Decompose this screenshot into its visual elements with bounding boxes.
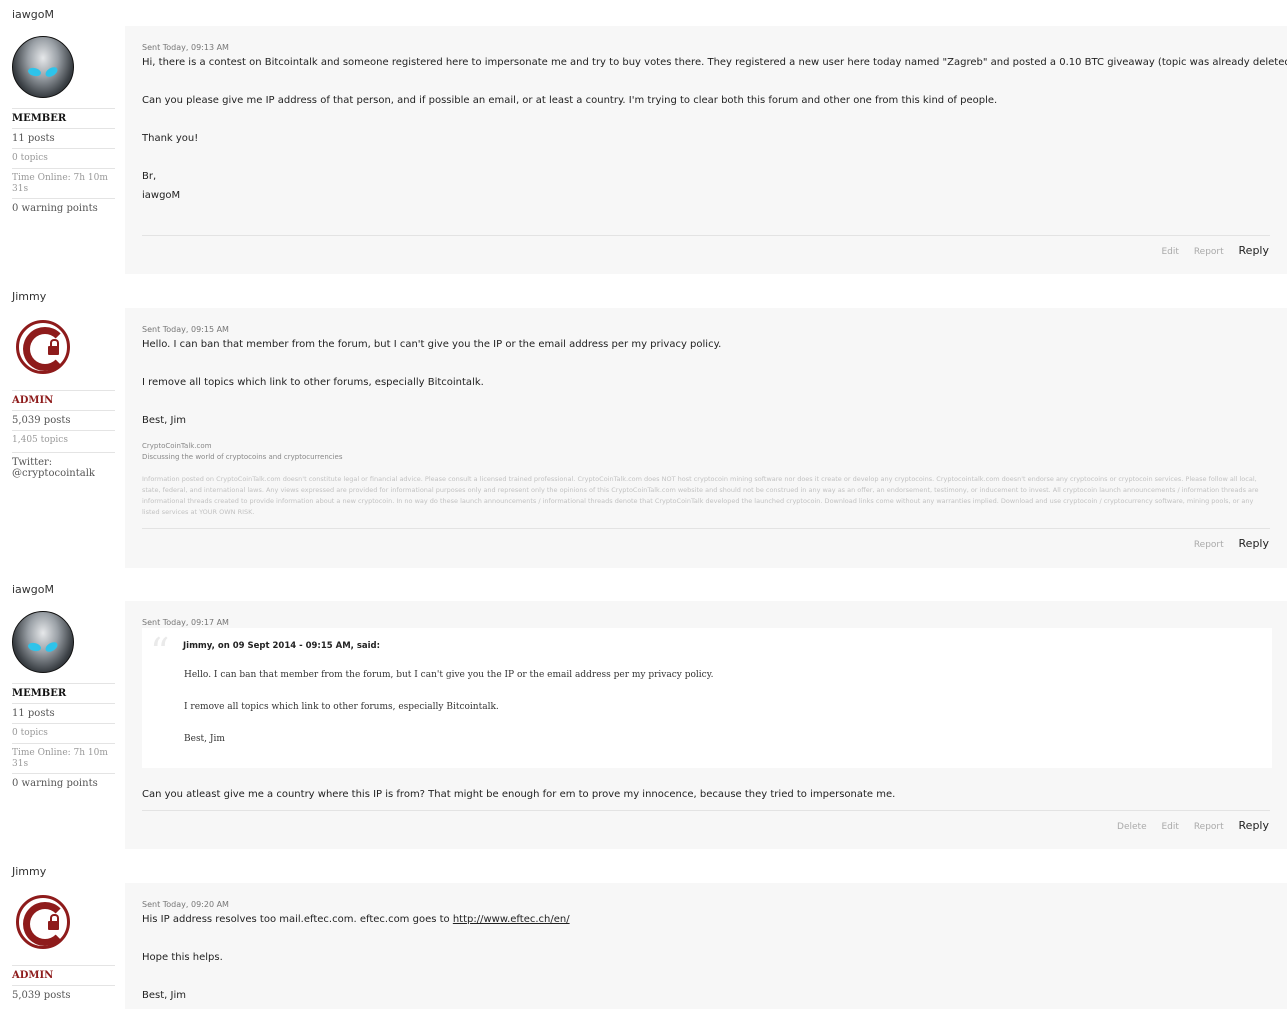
signature-site: CryptoCoinTalk.com <box>142 442 212 450</box>
message-line: Can you please give me IP address of tha… <box>142 95 998 106</box>
alien-eye-icon <box>43 65 60 79</box>
signature-tagline: Discussing the world of cryptocoins and … <box>142 453 343 461</box>
topic-count: 1,405 topics <box>12 430 115 445</box>
alien-eye-icon <box>43 640 60 654</box>
quote-header: Jimmy, on 09 Sept 2014 - 09:15 AM, said: <box>183 641 381 651</box>
message-line: His IP address resolves too mail.eftec.c… <box>142 914 570 925</box>
author-name[interactable]: Jimmy <box>12 865 46 878</box>
sent-timestamp: Sent Today, 09:20 AM <box>142 900 229 909</box>
message-line: Hi, there is a contest on Bitcointalk an… <box>142 57 1287 68</box>
sent-timestamp: Sent Today, 09:17 AM <box>142 618 229 627</box>
report-button[interactable]: Report <box>1194 822 1224 832</box>
avatar[interactable] <box>12 611 74 673</box>
message-line: I remove all topics which link to other … <box>142 377 484 388</box>
topic-count: 0 topics <box>12 723 115 738</box>
post-actions: Report Reply <box>1182 537 1269 550</box>
post-3: iawgoM MEMBER 11 posts 0 topics Time Onl… <box>0 575 1287 860</box>
post-count: 5,039 posts <box>12 410 115 426</box>
member-group: MEMBER <box>12 683 115 699</box>
quote-icon: “ <box>150 630 170 674</box>
post-body: Sent Today, 09:13 AM Hi, there is a cont… <box>125 26 1287 274</box>
edit-button[interactable]: Edit <box>1162 247 1179 257</box>
message-line: Thank you! <box>142 133 199 144</box>
member-group: ADMIN <box>12 390 115 406</box>
member-group: MEMBER <box>12 108 115 124</box>
delete-button[interactable]: Delete <box>1117 822 1147 832</box>
divider <box>142 235 1270 236</box>
sent-timestamp: Sent Today, 09:13 AM <box>142 43 229 52</box>
reply-button[interactable]: Reply <box>1239 819 1269 832</box>
post-count: 5,039 posts <box>12 985 115 1001</box>
post-1: iawgoM MEMBER 11 posts 0 topics Time Onl… <box>0 0 1287 285</box>
post-actions: Edit Report Reply <box>1150 244 1270 257</box>
post-2: Jimmy ADMIN 5,039 posts 1,405 topics Twi… <box>0 282 1287 572</box>
alien-eye-icon <box>26 65 43 79</box>
report-button[interactable]: Report <box>1194 540 1224 550</box>
quote-block: “ Jimmy, on 09 Sept 2014 - 09:15 AM, sai… <box>142 628 1272 768</box>
twitter-handle: Twitter: @cryptocointalk <box>12 452 115 479</box>
avatar[interactable] <box>12 36 74 98</box>
message-line: Hello. I can ban that member from the fo… <box>142 339 722 350</box>
quote-line: Best, Jim <box>184 734 225 744</box>
topic-count: 0 topics <box>12 148 115 163</box>
author-name[interactable]: Jimmy <box>12 290 46 303</box>
external-link[interactable]: http://www.eftec.ch/en/ <box>453 914 570 925</box>
post-body: Sent Today, 09:17 AM “ Jimmy, on 09 Sept… <box>125 601 1287 849</box>
warning-points: 0 warning points <box>12 198 115 214</box>
report-button[interactable]: Report <box>1194 247 1224 257</box>
post-count: 11 posts <box>12 703 115 719</box>
time-online: Time Online: 7h 10m 31s <box>12 743 115 770</box>
message-line: Best, Jim <box>142 990 186 1001</box>
divider <box>142 528 1270 529</box>
reply-button[interactable]: Reply <box>1239 244 1269 257</box>
author-name[interactable]: iawgoM <box>12 8 54 21</box>
message-line: Best, Jim <box>142 415 186 426</box>
edit-button[interactable]: Edit <box>1162 822 1179 832</box>
message-line: Br, <box>142 171 157 182</box>
avatar[interactable] <box>14 893 74 953</box>
quote-line: Hello. I can ban that member from the fo… <box>184 670 714 680</box>
divider <box>142 810 1270 811</box>
post-4: Jimmy ADMIN 5,039 posts Sent Today, 09:2… <box>0 857 1287 1009</box>
signature-disclaimer: Information posted on CryptoCoinTalk.com… <box>142 475 1259 516</box>
reply-button[interactable]: Reply <box>1239 537 1269 550</box>
post-count: 11 posts <box>12 128 115 144</box>
quote-line: I remove all topics which link to other … <box>184 702 499 712</box>
member-group: ADMIN <box>12 965 115 981</box>
post-body: Sent Today, 09:15 AM Hello. I can ban th… <box>125 308 1287 568</box>
message-line: Hope this helps. <box>142 952 223 963</box>
time-online: Time Online: 7h 10m 31s <box>12 168 115 195</box>
warning-points: 0 warning points <box>12 773 115 789</box>
alien-eye-icon <box>26 640 43 654</box>
message-text: His IP address resolves too mail.eftec.c… <box>142 914 453 925</box>
author-name[interactable]: iawgoM <box>12 583 54 596</box>
avatar[interactable] <box>14 318 74 378</box>
sent-timestamp: Sent Today, 09:15 AM <box>142 325 229 334</box>
message-line: Can you atleast give me a country where … <box>142 789 896 800</box>
post-actions: Delete Edit Report Reply <box>1105 819 1269 832</box>
message-line: iawgoM <box>142 190 181 201</box>
post-body: Sent Today, 09:20 AM His IP address reso… <box>125 883 1287 1009</box>
